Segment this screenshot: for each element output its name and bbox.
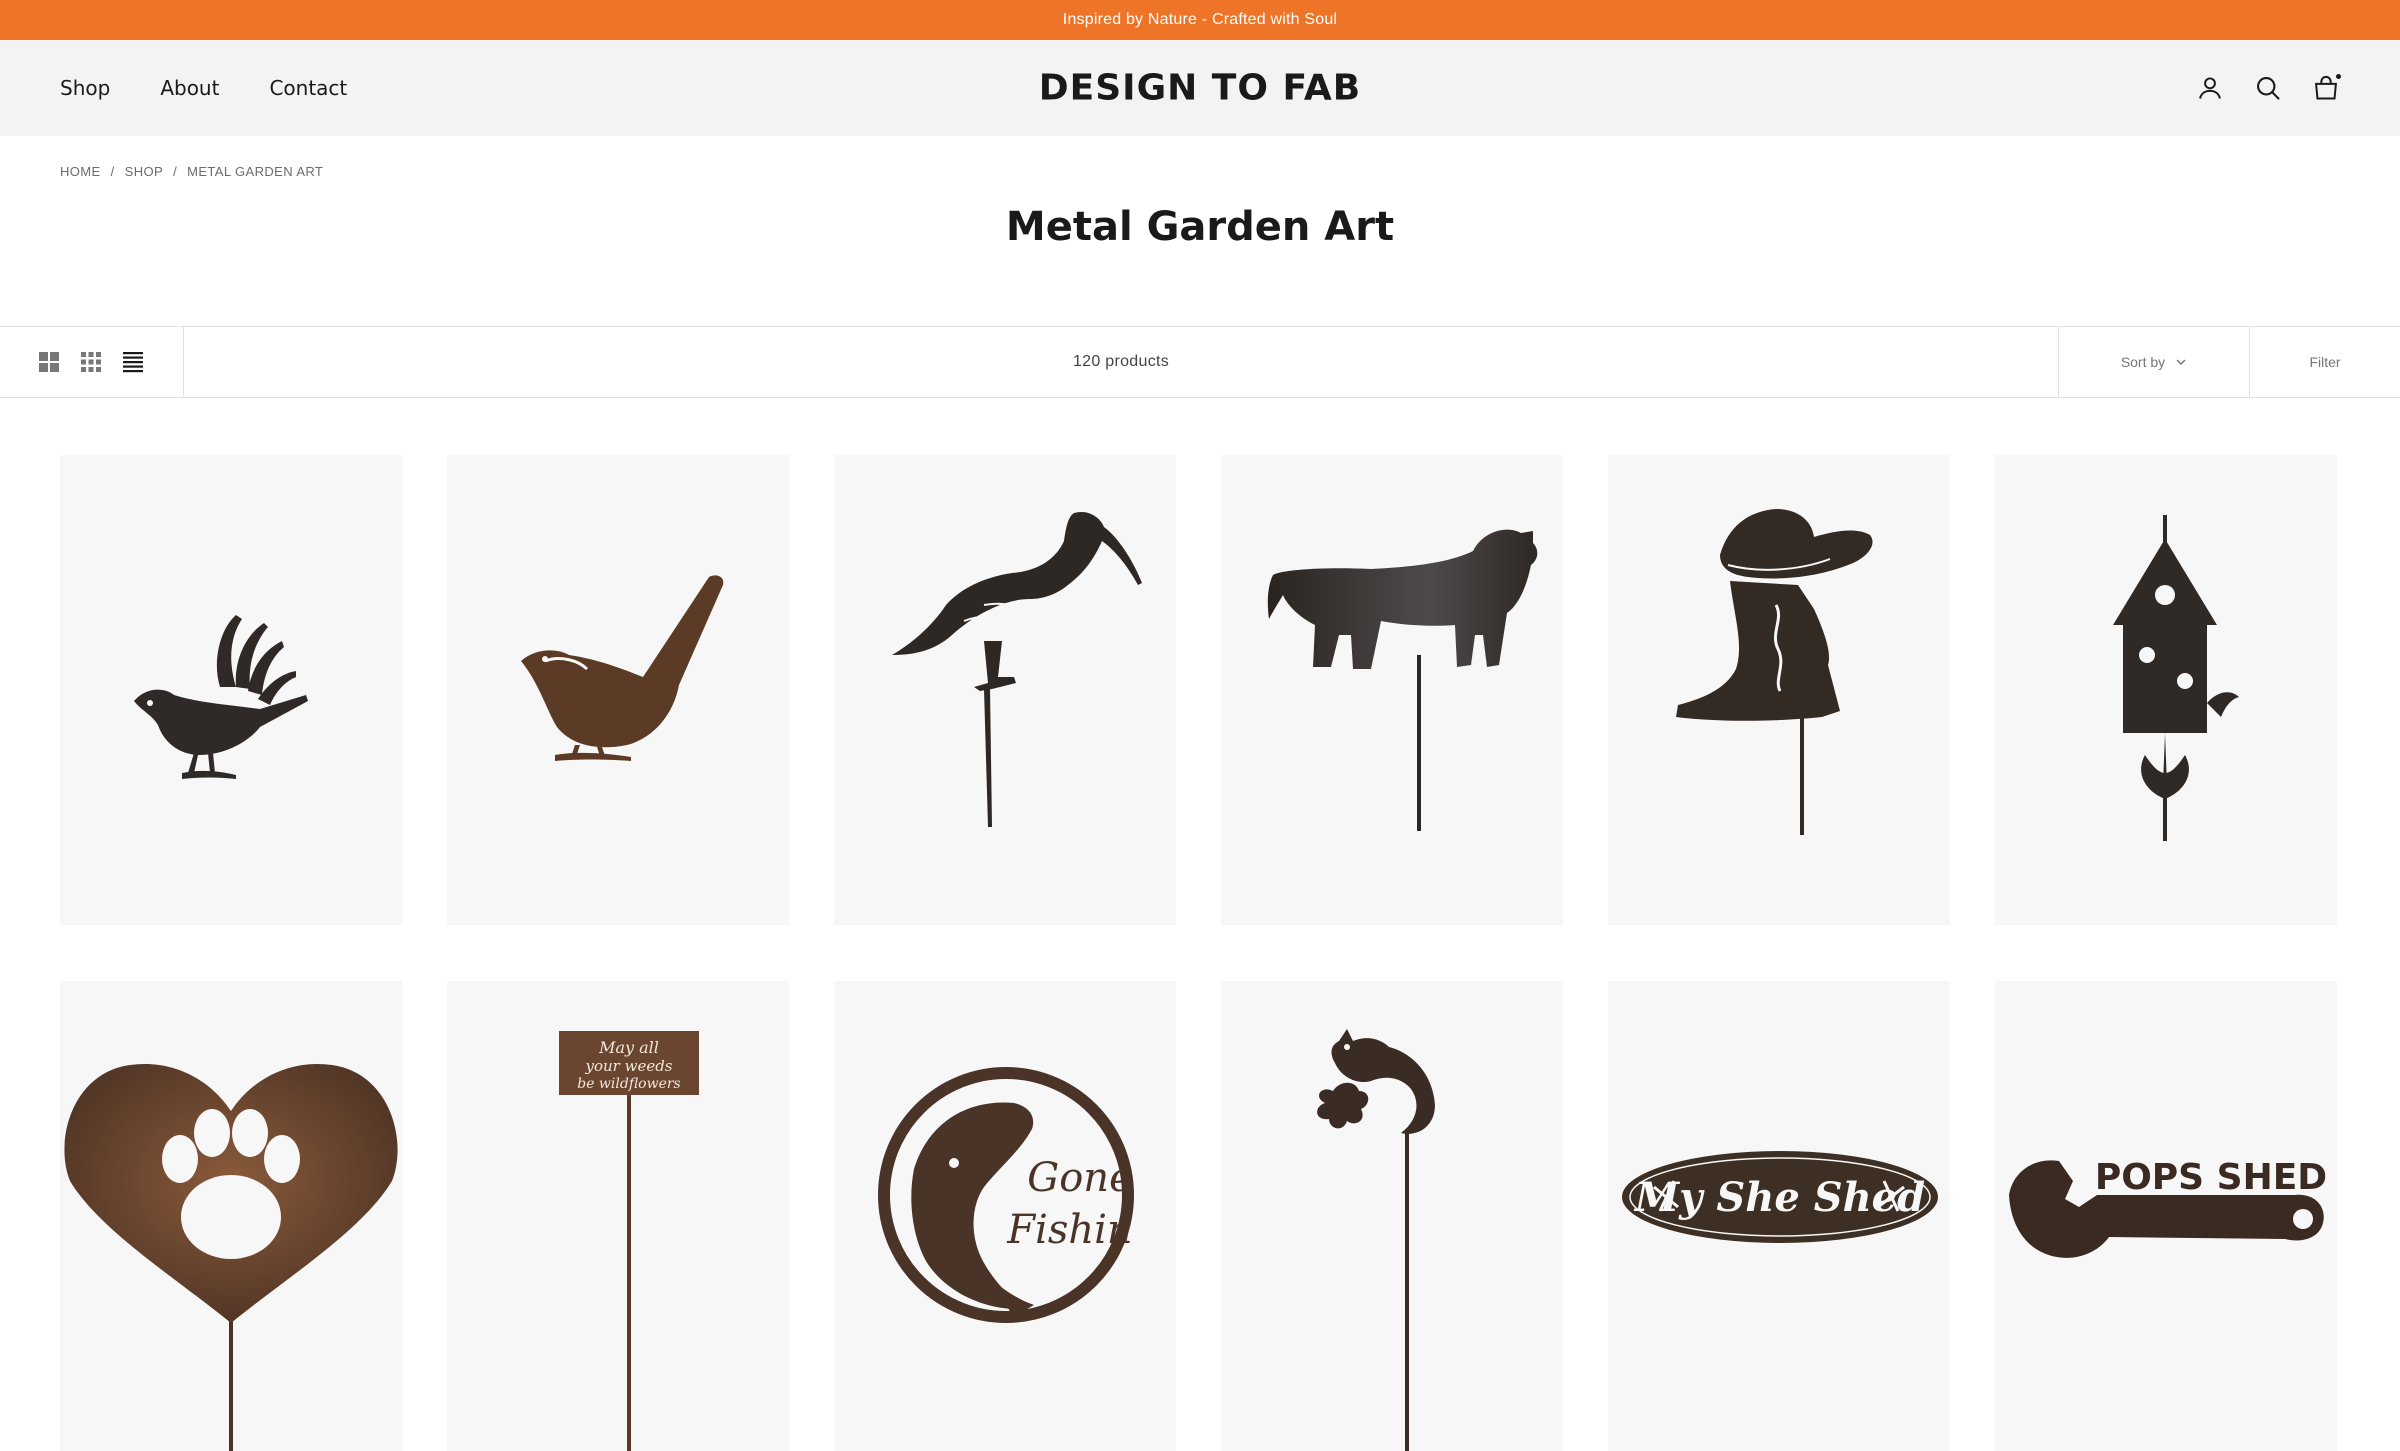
collection-toolbar: 120 products Sort by Filter [0, 326, 2400, 398]
cowboy-boot-hat-stake-icon [1676, 509, 1873, 835]
product-card[interactable] [60, 981, 402, 1451]
fish-sign-text: Gone [1027, 1155, 1132, 1201]
product-card[interactable] [1221, 455, 1563, 925]
product-card[interactable]: POPS SHED [1995, 981, 2337, 1451]
page-title: Metal Garden Art [1005, 204, 1395, 250]
site-header: Shop About Contact DESIGN TO FAB [0, 40, 2400, 136]
product-grid: May all your weeds be wildflowers Gone F… [60, 455, 2337, 1451]
breadcrumb-shop[interactable]: SHOP [125, 164, 163, 179]
breadcrumb: HOME / SHOP / METAL GARDEN ART [60, 164, 323, 179]
garden-sign-text: May all [598, 1038, 659, 1057]
product-card[interactable]: Gone Fishin [834, 981, 1176, 1451]
cart-icon[interactable] [2312, 72, 2343, 102]
breadcrumb-current: METAL GARDEN ART [187, 164, 324, 179]
nav-about[interactable]: About [160, 76, 219, 100]
she-shed-text: My She Shed [1633, 1174, 1925, 1221]
header-icons [2196, 72, 2343, 102]
breadcrumb-separator: / [110, 164, 115, 179]
breadcrumb-separator: / [173, 164, 178, 179]
she-shed-sign-icon: My She Shed [1622, 1151, 1938, 1243]
announcement-bar: Inspired by Nature - Crafted with Soul [0, 0, 2400, 40]
fish-sign-text: Fishin [1006, 1207, 1132, 1253]
product-card[interactable] [1221, 981, 1563, 1451]
fantail-bird-icon [134, 615, 308, 779]
breadcrumb-home[interactable]: HOME [60, 164, 101, 179]
ibis-stake-icon [892, 511, 1142, 827]
highland-cow-stake-icon [1267, 529, 1538, 831]
product-card[interactable] [447, 455, 789, 925]
product-card[interactable]: My She Shed [1608, 981, 1950, 1451]
product-card[interactable] [60, 455, 402, 925]
birdhouse-icon [2113, 515, 2239, 841]
product-card[interactable]: May all your weeds be wildflowers [447, 981, 789, 1451]
grid-large-icon[interactable] [37, 350, 61, 374]
wrench-sign-text: POPS SHED [2095, 1157, 2327, 1198]
sort-label: Sort by [2120, 354, 2166, 370]
product-card[interactable] [834, 455, 1176, 925]
search-icon[interactable] [2254, 74, 2282, 102]
product-card[interactable] [1995, 455, 2337, 925]
garden-sign-text: be wildflowers [577, 1076, 681, 1092]
announcement-text: Inspired by Nature - Crafted with Soul [1062, 11, 1338, 28]
main-nav: Shop About Contact [60, 76, 347, 100]
product-count: 120 products [1072, 353, 1170, 370]
filter-button[interactable]: Filter [2249, 327, 2400, 397]
cart-badge [2334, 72, 2343, 81]
list-view-icon[interactable] [121, 350, 145, 374]
sort-dropdown[interactable]: Sort by [2058, 327, 2249, 397]
garden-sign-text: your weeds [585, 1057, 673, 1075]
chevron-down-icon [2176, 359, 2186, 366]
brand-logo[interactable]: DESIGN TO FAB [1039, 68, 1361, 109]
account-icon[interactable] [2196, 74, 2224, 102]
product-card[interactable] [1608, 455, 1950, 925]
wren-bird-icon [521, 575, 724, 761]
grid-small-icon[interactable] [79, 350, 103, 374]
view-switcher [0, 327, 184, 397]
wrench-sign-icon: POPS SHED [2009, 1157, 2327, 1258]
nav-contact[interactable]: Contact [269, 76, 347, 100]
fish-ring-sign-icon: Gone Fishin [878, 1067, 1134, 1323]
nav-shop[interactable]: Shop [60, 76, 110, 100]
heart-paw-icon [64, 1063, 398, 1451]
possum-stake-icon [1317, 1029, 1435, 1451]
garden-sign-stake-icon: May all your weeds be wildflowers [559, 1031, 699, 1451]
